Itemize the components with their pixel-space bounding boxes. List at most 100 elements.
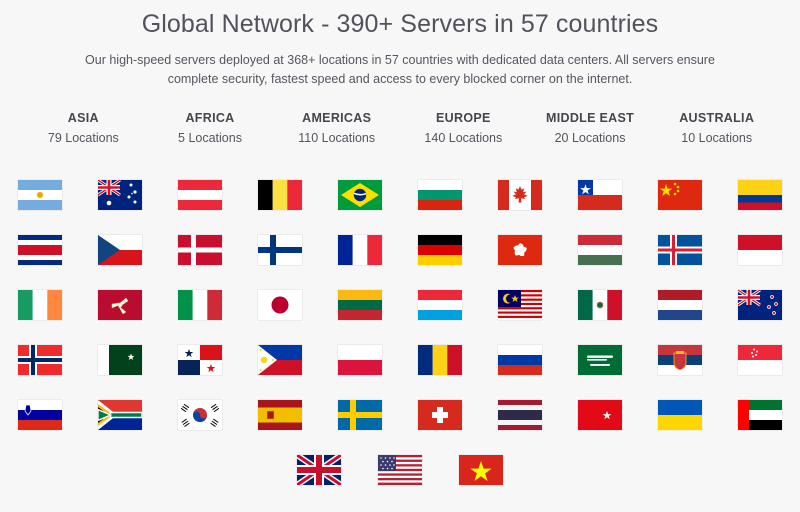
region-name: AUSTRALIA [679, 111, 755, 125]
region-americas: AMERICAS 110 Locations [273, 111, 400, 145]
flag-cell [560, 179, 640, 210]
flag-cell [320, 399, 400, 430]
flag-icon-lithuania [338, 289, 382, 320]
flag-cell [480, 344, 560, 375]
region-name: AFRICA [185, 111, 235, 125]
flag-cell [480, 234, 560, 265]
flag-icon-new-zealand [738, 289, 782, 320]
flag-cell [560, 399, 640, 430]
flag-icon-indonesia [738, 234, 782, 265]
flag-cell [441, 454, 522, 485]
flag-icon-hong-kong [498, 234, 542, 265]
region-australia: AUSTRALIA 10 Locations [653, 111, 780, 145]
flag-cell [720, 179, 800, 210]
region-location-count: 10 Locations [681, 131, 753, 145]
flag-cell [400, 179, 480, 210]
flag-icon-spain [258, 399, 302, 430]
flag-icon-turkey [578, 399, 622, 430]
flag-icon-italy [178, 289, 222, 320]
region-name: AMERICAS [302, 111, 372, 125]
flag-cell [0, 344, 80, 375]
flag-row [0, 332, 800, 387]
flag-cell [640, 399, 720, 430]
flag-icon-belgium [258, 179, 302, 210]
flag-cell [0, 289, 80, 320]
flag-cell [640, 289, 720, 320]
flag-icon-poland [338, 344, 382, 375]
flag-icon-philippines [258, 344, 302, 375]
global-network-section: Global Network - 390+ Servers in 57 coun… [0, 0, 800, 512]
region-location-count: 20 Locations [554, 131, 626, 145]
flag-icon-saudi-arabia [578, 344, 622, 375]
flag-cell [400, 344, 480, 375]
flag-icon-united-arab-emirates [738, 399, 782, 430]
flag-cell [160, 179, 240, 210]
flag-icon-argentina [18, 179, 62, 210]
flag-icon-iceland [658, 234, 702, 265]
flag-cell [640, 234, 720, 265]
flag-icon-south-korea [178, 399, 222, 430]
flag-icon-united-kingdom [297, 454, 341, 485]
flag-icon-bulgaria [418, 179, 462, 210]
flag-cell [560, 344, 640, 375]
flag-cell [560, 234, 640, 265]
flag-icon-isle-of-man [98, 289, 142, 320]
flag-icon-south-africa [98, 399, 142, 430]
flag-cell [240, 344, 320, 375]
flag-cell [640, 344, 720, 375]
flag-icon-australia [98, 179, 142, 210]
flag-icon-slovenia [18, 399, 62, 430]
flag-row [0, 277, 800, 332]
flag-cell [80, 399, 160, 430]
page-subtitle: Our high-speed servers deployed at 368+ … [85, 53, 715, 86]
flag-row [0, 167, 800, 222]
flag-cell [720, 234, 800, 265]
flag-icon-norway [18, 344, 62, 375]
flag-cell [480, 289, 560, 320]
flag-icon-romania [418, 344, 462, 375]
flag-cell [160, 289, 240, 320]
flag-cell [720, 289, 800, 320]
flag-cell [279, 454, 360, 485]
flag-cell [320, 234, 400, 265]
flag-row [0, 222, 800, 277]
flag-icon-thailand [498, 399, 542, 430]
flag-icon-canada [498, 179, 542, 210]
flag-icon-france [338, 234, 382, 265]
flag-cell [240, 399, 320, 430]
flag-cell [480, 179, 560, 210]
region-name: EUROPE [436, 111, 491, 125]
flag-icon-china [658, 179, 702, 210]
region-location-count: 110 Locations [298, 131, 376, 145]
flag-icon-germany [418, 234, 462, 265]
flag-cell [0, 234, 80, 265]
flag-icon-malaysia [498, 289, 542, 320]
flag-cell [360, 454, 441, 485]
flag-icon-ukraine [658, 399, 702, 430]
flag-cell [320, 344, 400, 375]
region-summary-row: ASIA 79 Locations AFRICA 5 Locations AMERICA… [20, 111, 780, 145]
flag-icon-panama [178, 344, 222, 375]
flag-cell [560, 289, 640, 320]
flag-icon-serbia [658, 344, 702, 375]
flag-icon-brazil [338, 179, 382, 210]
flag-cell [320, 179, 400, 210]
region-africa: AFRICA 5 Locations [147, 111, 274, 145]
flag-icon-mexico [578, 289, 622, 320]
flag-icon-united-states [378, 454, 422, 485]
flag-cell [0, 399, 80, 430]
flag-row [0, 442, 800, 497]
flag-cell [400, 399, 480, 430]
flag-icon-austria [178, 179, 222, 210]
flag-row [0, 387, 800, 442]
flag-cell [720, 399, 800, 430]
region-name: MIDDLE EAST [546, 111, 635, 125]
country-flag-grid [0, 167, 800, 497]
page-title: Global Network - 390+ Servers in 57 coun… [141, 10, 659, 38]
flag-cell [240, 234, 320, 265]
region-middle-east: MIDDLE EAST 20 Locations [527, 111, 654, 145]
flag-icon-japan [258, 289, 302, 320]
flag-cell [160, 399, 240, 430]
flag-cell [80, 289, 160, 320]
flag-cell [80, 234, 160, 265]
